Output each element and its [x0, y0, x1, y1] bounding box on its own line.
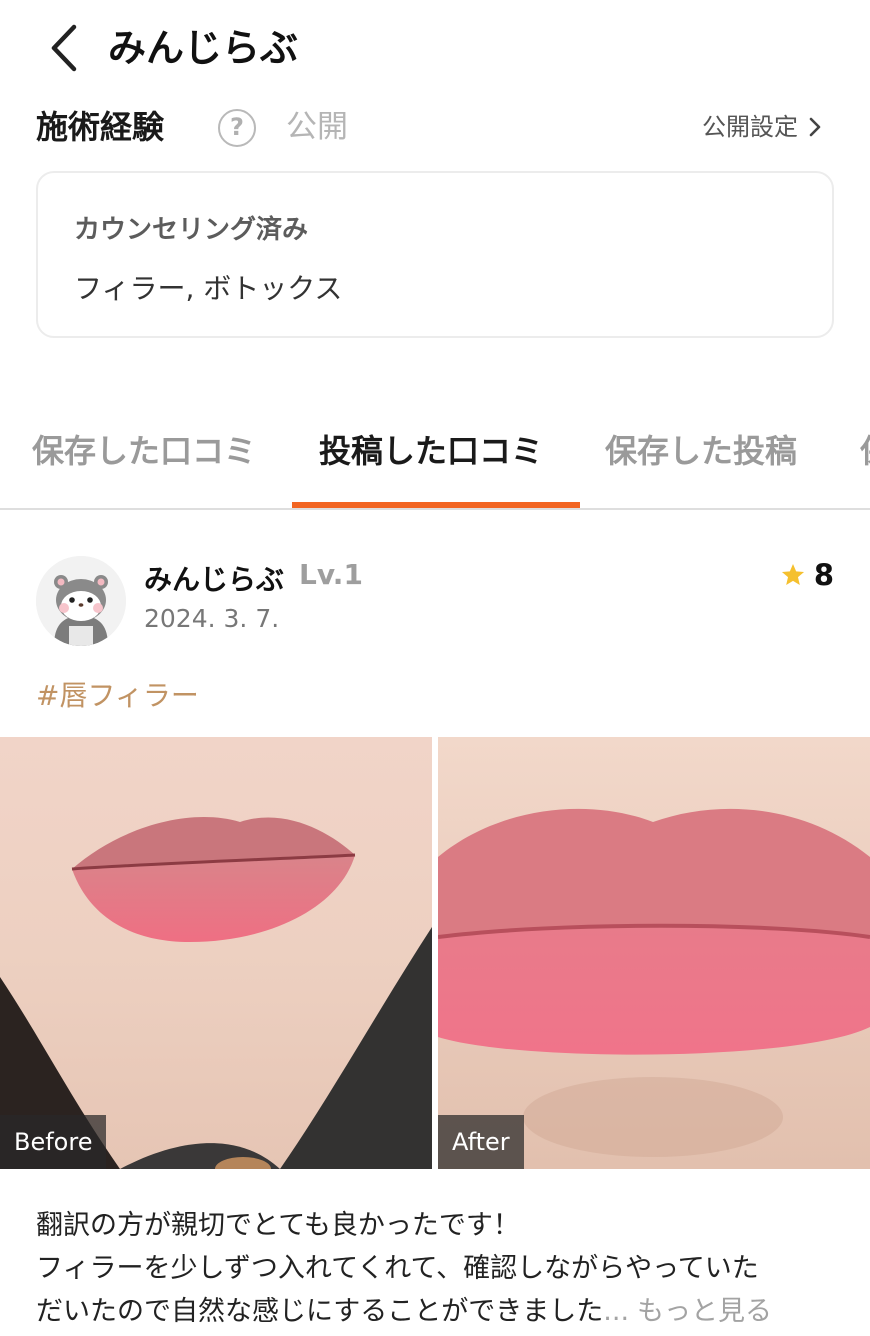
tab-posted-reviews[interactable]: 投稿した口コミ: [319, 426, 543, 472]
experience-title: 施術経験: [36, 108, 165, 146]
treatments-list: フィラー, ボトックス: [74, 272, 343, 305]
after-lips-image: [438, 737, 870, 1169]
visibility-status: 公開: [286, 109, 348, 145]
after-photo[interactable]: After: [438, 737, 870, 1169]
experience-header: 施術経験 ? 公開 公開設定: [36, 100, 834, 154]
review-text-line: フィラーを少しずつ入れてくれて、確認しながらやっていた: [36, 1253, 759, 1284]
review-photos: Before After: [0, 737, 870, 1169]
star-icon: [781, 563, 804, 585]
rating: 8: [780, 558, 834, 592]
tab-saved-treatments[interactable]: 保存した施術: [860, 426, 870, 472]
user-level-badge: Lv.1: [299, 558, 363, 591]
before-photo[interactable]: Before: [0, 737, 432, 1169]
review-text-line: だいたので自然な感じにすることができました... もっと見る: [36, 1290, 836, 1333]
experience-card: カウンセリング済み フィラー, ボトックス: [36, 171, 834, 338]
top-bar: みんじらぶ: [0, 0, 870, 96]
chevron-right-icon: [809, 117, 821, 137]
hashtag-link[interactable]: #唇フィラー: [36, 674, 199, 714]
tab-saved-posts[interactable]: 保存した投稿: [605, 426, 797, 472]
review-text-fragment: だいたので自然な感じにすることができました: [36, 1296, 604, 1327]
chevron-left-icon: [51, 24, 77, 72]
review-header: みんじらぶ Lv.1 2024. 3. 7. 8: [36, 556, 834, 648]
help-icon[interactable]: ?: [218, 109, 256, 147]
counseling-status: カウンセリング済み: [74, 215, 309, 245]
user-name[interactable]: みんじらぶ: [144, 558, 284, 598]
page-title: みんじらぶ: [108, 26, 299, 70]
tab-bar: 保存した口コミ 投稿した口コミ 保存した投稿 保存した施術: [0, 400, 870, 510]
review-body: 翻訳の方が親切でとても良かったです！ フィラーを少しずつ入れてくれて、確認しなが…: [36, 1204, 836, 1333]
review-date: 2024. 3. 7.: [144, 604, 280, 633]
ellipsis: ...: [603, 1296, 630, 1327]
rating-value: 8: [813, 558, 834, 592]
avatar[interactable]: [36, 556, 126, 646]
read-more-link[interactable]: もっと見る: [637, 1296, 772, 1327]
back-button[interactable]: [38, 20, 88, 76]
visibility-settings-link[interactable]: 公開設定: [702, 110, 822, 144]
before-lips-image: [0, 737, 432, 1169]
active-tab-indicator: [292, 502, 580, 508]
review-text-line: 翻訳の方が親切でとても良かったです！: [36, 1210, 520, 1241]
hamster-avatar-icon: [36, 556, 126, 646]
tab-saved-reviews[interactable]: 保存した口コミ: [32, 426, 256, 472]
visibility-settings-label: 公開設定: [702, 113, 798, 141]
before-label: Before: [0, 1115, 107, 1169]
after-label: After: [438, 1115, 524, 1169]
